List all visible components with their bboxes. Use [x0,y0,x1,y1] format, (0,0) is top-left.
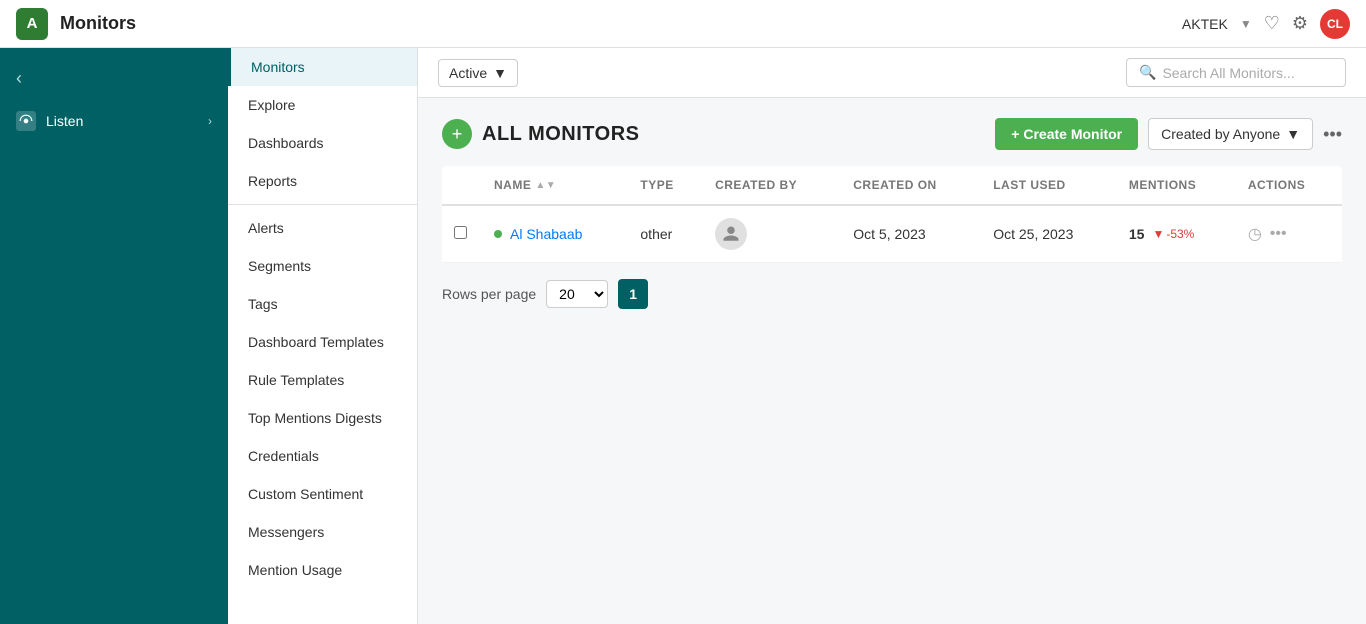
status-dot-active [494,230,502,238]
topbar-right: AKTEK ▼ ♡ ⚙ CL [1182,9,1350,39]
th-name: NAME ▲▼ [482,166,628,205]
page-1-button[interactable]: 1 [618,279,648,309]
menu-item-top-mentions[interactable]: Top Mentions Digests [228,399,417,437]
content-header: + ALL MONITORS + Create Monitor Created … [442,118,1342,150]
notification-icon[interactable]: ♡ [1264,13,1280,34]
action-clock-icon[interactable]: ◷ [1248,224,1262,244]
main-layout: ‹ Listen › Monitors Explore Dashboards R… [0,48,1366,624]
topbar-username: AKTEK [1182,16,1228,32]
rows-per-page-label: Rows per page [442,286,536,302]
menu-item-dashboard-templates[interactable]: Dashboard Templates [228,323,417,361]
app-title: Monitors [60,13,136,34]
create-monitor-button[interactable]: + Create Monitor [995,118,1138,150]
th-last-used: LAST USED [981,166,1117,205]
page-title: ALL MONITORS [482,123,639,146]
name-sort-icon[interactable]: ▲▼ [535,180,556,191]
th-created-by: CREATED BY [703,166,841,205]
row-checkbox-cell [442,205,482,263]
menu-item-mention-usage[interactable]: Mention Usage [228,551,417,589]
menu-item-monitors[interactable]: Monitors [228,48,417,86]
menu-item-credentials[interactable]: Credentials [228,437,417,475]
table-body: Al Shabaab other [442,205,1342,263]
created-by-chevron-icon: ▼ [1286,126,1300,142]
sub-header: Active ▼ 🔍 Search All Monitors... [418,48,1366,98]
content-main: + ALL MONITORS + Create Monitor Created … [418,98,1366,624]
content-area: Active ▼ 🔍 Search All Monitors... + ALL … [418,48,1366,624]
app-avatar-a: A [16,8,48,40]
monitors-table: NAME ▲▼ TYPE CREATED BY CREATED ON LAST … [442,166,1342,263]
table-header: NAME ▲▼ TYPE CREATED BY CREATED ON LAST … [442,166,1342,205]
listen-icon [16,111,36,131]
sidebar-item-listen[interactable]: Listen › [0,101,228,141]
menu-divider-1 [228,204,417,205]
menu-item-messengers[interactable]: Messengers [228,513,417,551]
menu-item-custom-sentiment[interactable]: Custom Sentiment [228,475,417,513]
th-created-on: CREATED ON [841,166,981,205]
content-title-row: + ALL MONITORS [442,119,639,149]
created-by-label: Created by Anyone [1161,126,1280,142]
dropdown-menu: Monitors Explore Dashboards Reports Aler… [228,48,418,624]
collapse-button[interactable]: ‹ [0,56,228,101]
created-by-dropdown[interactable]: Created by Anyone ▼ [1148,118,1313,150]
sidebar-listen-label: Listen [46,113,83,129]
row-created-on-cell: Oct 5, 2023 [841,205,981,263]
row-type-cell: other [628,205,703,263]
created-by-avatar [715,218,747,250]
menu-item-reports[interactable]: Reports [228,162,417,200]
user-avatar[interactable]: CL [1320,9,1350,39]
search-box[interactable]: 🔍 Search All Monitors... [1126,58,1346,87]
status-filter-dropdown[interactable]: Active ▼ [438,59,518,87]
menu-item-tags[interactable]: Tags [228,285,417,323]
search-placeholder-text: Search All Monitors... [1162,65,1294,81]
rows-per-page-select[interactable]: 20 50 100 [546,280,608,308]
th-checkbox [442,166,482,205]
status-chevron-icon: ▼ [493,65,507,81]
mentions-count: 15 [1129,226,1145,242]
settings-icon[interactable]: ⚙ [1292,13,1308,34]
action-more-icon[interactable]: ••• [1270,225,1287,243]
content-actions: + Create Monitor Created by Anyone ▼ ••• [995,118,1342,150]
menu-item-alerts[interactable]: Alerts [228,209,417,247]
monitor-name-label[interactable]: Al Shabaab [510,226,582,242]
menu-item-explore[interactable]: Explore [228,86,417,124]
row-name-cell: Al Shabaab [482,205,628,263]
row-last-used-cell: Oct 25, 2023 [981,205,1117,263]
topbar-chevron-icon[interactable]: ▼ [1240,17,1252,31]
row-checkbox[interactable] [454,226,467,239]
th-mentions: MENTIONS [1117,166,1236,205]
sidebar-expand-icon: › [208,114,212,128]
table-row: Al Shabaab other [442,205,1342,263]
th-type: TYPE [628,166,703,205]
mentions-change: ▼ -53% [1152,227,1194,241]
menu-item-rule-templates[interactable]: Rule Templates [228,361,417,399]
status-filter-label: Active [449,65,487,81]
th-actions: ACTIONS [1236,166,1342,205]
row-actions-cell: ◷ ••• [1236,205,1342,263]
search-icon: 🔍 [1139,64,1156,81]
menu-item-segments[interactable]: Segments [228,247,417,285]
topbar-left: A Monitors [16,8,136,40]
topbar: A Monitors AKTEK ▼ ♡ ⚙ CL [0,0,1366,48]
left-sidebar: ‹ Listen › [0,48,228,624]
row-created-by-cell [703,205,841,263]
more-options-button[interactable]: ••• [1323,124,1342,145]
down-arrow-icon: ▼ [1152,227,1164,241]
add-monitor-circle-button[interactable]: + [442,119,472,149]
pagination-row: Rows per page 20 50 100 1 [442,279,1342,309]
row-mentions-cell: 15 ▼ -53% [1117,205,1236,263]
menu-item-dashboards[interactable]: Dashboards [228,124,417,162]
